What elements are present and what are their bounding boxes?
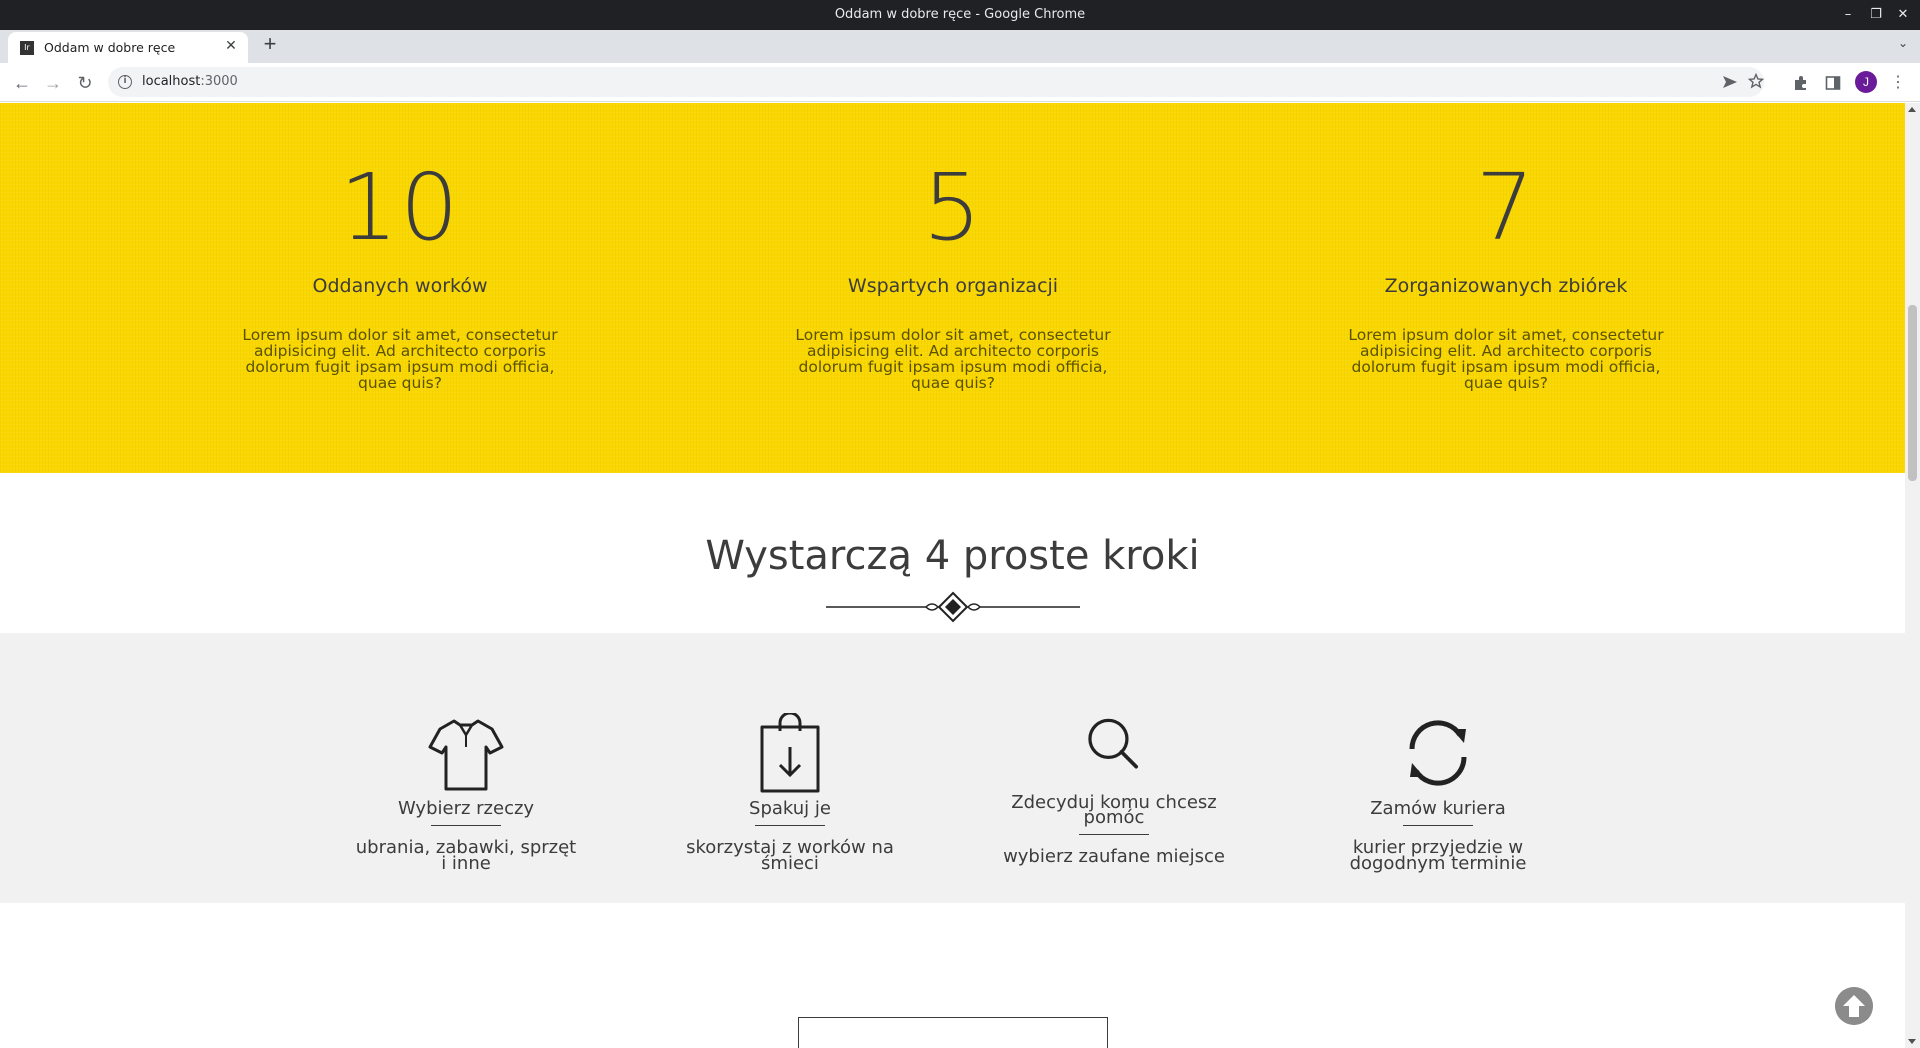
side-panel-icon[interactable]	[1825, 75, 1841, 91]
stat-description: Lorem ipsum dolor sit amet, consectetur …	[795, 326, 1111, 392]
browser-tab[interactable]: Ir Oddam w dobre ręce ✕	[8, 32, 248, 63]
browser-toolbar: ← → ↻ i localhost:3000 J ⋮	[0, 63, 1920, 102]
scroll-up-icon[interactable]	[1908, 107, 1916, 112]
minimize-icon[interactable]: –	[1837, 4, 1859, 26]
forward-icon[interactable]: →	[41, 71, 65, 95]
step-title: Zamów kuriera	[1370, 798, 1506, 819]
address-bar[interactable]: i localhost:3000	[108, 67, 1764, 97]
stat-label: Wspartych organizacji	[847, 275, 1059, 297]
close-tab-icon[interactable]: ✕	[222, 37, 240, 55]
step-item: Spakuj je skorzystaj z worków na śmieci	[675, 633, 905, 874]
step-title: Zdecyduj komu chcesz pomóc	[1011, 792, 1217, 828]
stat-organizations: 5 Wspartych organizacji Lorem ipsum dolo…	[783, 103, 1123, 391]
restore-icon[interactable]: ❐	[1865, 4, 1887, 26]
step-divider	[755, 825, 825, 826]
steps-heading-section: Wystarczą 4 proste kroki	[0, 473, 1905, 633]
tab-search-icon[interactable]: ⌄	[1898, 36, 1908, 50]
scrollbar-thumb[interactable]	[1908, 305, 1917, 481]
scroll-to-top-button[interactable]	[1835, 987, 1873, 1025]
close-window-icon[interactable]: ✕	[1892, 4, 1914, 26]
stats-section: 10 Oddanych worków Lorem ipsum dolor sit…	[0, 103, 1905, 473]
window-title: Oddam w dobre ręce - Google Chrome	[834, 7, 1086, 22]
window-titlebar: Oddam w dobre ręce - Google Chrome – ❐ ✕	[0, 0, 1920, 30]
step-title: Spakuj je	[749, 798, 831, 819]
stat-number: 10	[339, 154, 461, 261]
page-viewport: 10 Oddanych worków Lorem ipsum dolor sit…	[0, 103, 1905, 1048]
section-title: Wystarczą 4 proste kroki	[705, 533, 1200, 579]
refresh-icon	[1409, 720, 1467, 786]
site-info-icon[interactable]: i	[118, 75, 132, 89]
stat-description: Lorem ipsum dolor sit amet, consectetur …	[242, 326, 558, 392]
site-favicon-icon: Ir	[20, 41, 34, 55]
shopping-bag-icon	[760, 713, 820, 793]
stat-number: 5	[922, 154, 984, 261]
step-title: Wybierz rzeczy	[397, 798, 535, 819]
new-tab-button[interactable]: +	[258, 33, 282, 57]
tab-title: Oddam w dobre ręce	[44, 40, 176, 55]
back-icon[interactable]: ←	[10, 71, 34, 95]
step-description: kurier przyjedzie w dogodnym terminie	[1349, 837, 1527, 874]
stat-number: 7	[1475, 154, 1537, 261]
step-divider	[431, 825, 501, 826]
search-icon	[1088, 718, 1139, 769]
tshirt-icon	[428, 719, 504, 791]
step-description: ubrania, zabawki, sprzęt i inne	[355, 837, 577, 874]
step-item: Wybierz rzeczy ubrania, zabawki, sprzęt …	[351, 633, 581, 874]
tab-strip: Ir Oddam w dobre ręce ✕	[0, 30, 1920, 63]
steps-section: Wybierz rzeczy ubrania, zabawki, sprzęt …	[0, 633, 1905, 903]
stat-collections: 7 Zorganizowanych zbiórek Lorem ipsum do…	[1336, 103, 1676, 391]
stat-bags: 10 Oddanych worków Lorem ipsum dolor sit…	[230, 103, 570, 391]
send-icon[interactable]	[1722, 75, 1738, 89]
step-divider	[1403, 825, 1473, 826]
profile-avatar[interactable]: J	[1855, 71, 1877, 93]
stat-label: Oddanych worków	[312, 275, 488, 297]
step-item: Zamów kuriera kurier przyjedzie w dogodn…	[1323, 633, 1553, 874]
stat-label: Zorganizowanych zbiórek	[1384, 275, 1628, 297]
step-item: Zdecyduj komu chcesz pomóc wybierz zaufa…	[999, 633, 1229, 867]
extensions-icon[interactable]	[1792, 75, 1808, 91]
stat-description: Lorem ipsum dolor sit amet, consectetur …	[1348, 326, 1664, 392]
bookmark-star-icon[interactable]	[1748, 73, 1764, 89]
step-divider	[1079, 834, 1149, 835]
url-text: localhost:3000	[142, 74, 238, 89]
menu-icon[interactable]: ⋮	[1886, 71, 1910, 95]
step-description: skorzystaj z worków na śmieci	[686, 837, 894, 874]
step-description: wybierz zaufane miejsce	[1003, 846, 1225, 867]
decoration-ornament-icon	[826, 591, 1080, 623]
reload-icon[interactable]: ↻	[73, 71, 97, 95]
next-section-box	[798, 1017, 1108, 1048]
scroll-down-icon[interactable]	[1908, 1039, 1916, 1044]
page-scrollbar[interactable]	[1905, 103, 1920, 1048]
